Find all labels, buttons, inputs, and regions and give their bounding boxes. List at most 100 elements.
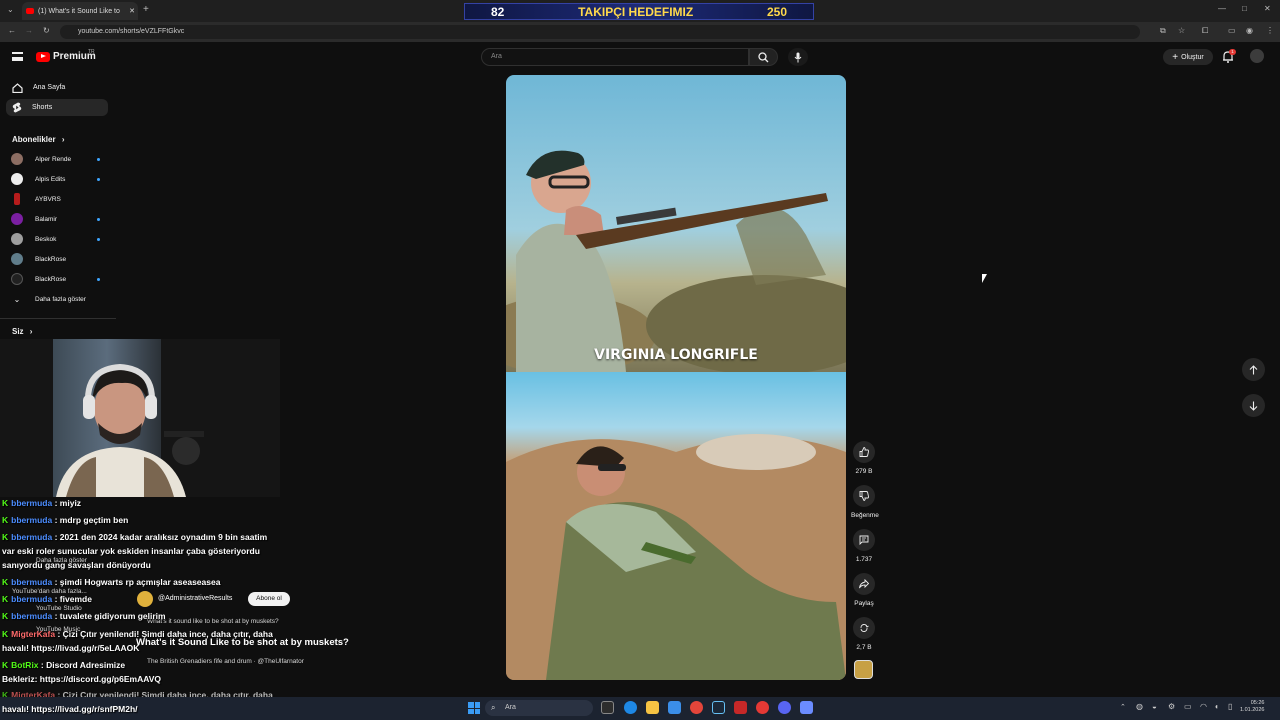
- sound-thumbnail[interactable]: [854, 660, 873, 679]
- window-close-icon[interactable]: ✕: [1264, 5, 1271, 13]
- minimize-icon[interactable]: —: [1218, 5, 1226, 13]
- chat-username: bbermuda: [11, 577, 53, 587]
- account-avatar[interactable]: [1250, 49, 1264, 63]
- sidebar-item-home[interactable]: Ana Sayfa: [6, 79, 108, 96]
- tray-monitor-icon[interactable]: ▭: [1184, 702, 1192, 711]
- chat-text: : şimdi Hogwarts rp açmışlar aseaseasea: [54, 577, 221, 587]
- like-action[interactable]: 279 B: [851, 441, 877, 475]
- taskbar-clock[interactable]: 05:26 1.01.2026: [1240, 700, 1264, 714]
- chat-text: : Çizi Çıtır yenilendi! Şimdi daha ince,…: [57, 629, 273, 639]
- maximize-icon[interactable]: □: [1242, 5, 1247, 13]
- video-frame-bottom: [506, 372, 846, 680]
- remix-button[interactable]: [853, 617, 875, 639]
- chat-text: havalı! https://livad.gg/r/5eLAAOK: [2, 643, 140, 653]
- app-icon[interactable]: [756, 701, 769, 714]
- edge-browser-icon[interactable]: [624, 701, 637, 714]
- browser-menu-icon[interactable]: ⋮: [1266, 27, 1274, 35]
- tray-network-icon[interactable]: ◒: [1152, 702, 1157, 711]
- comment-icon: [859, 535, 869, 545]
- sidebar-icon[interactable]: ▭: [1228, 27, 1236, 35]
- install-app-icon[interactable]: ⧉: [1160, 27, 1166, 35]
- remix-icon: [860, 624, 869, 632]
- previous-short-button[interactable]: [1242, 358, 1265, 381]
- chat-text: var eski roler sunucular yok eskiden ins…: [2, 546, 260, 556]
- extensions-icon[interactable]: ⧠: [1202, 27, 1208, 35]
- back-icon[interactable]: ←: [8, 27, 16, 35]
- shorts-video-player[interactable]: VIRGINIA LONGRIFLE: [506, 75, 846, 680]
- chat-message-continued: havalı! https://livad.gg/r/snfPM2h/: [2, 704, 138, 714]
- browser-tab[interactable]: (1) What's it Sound Like to ✕: [22, 2, 138, 20]
- short-music-track[interactable]: The British Grenadiers fife and drum · @…: [147, 658, 304, 665]
- subscription-item[interactable]: AYBVRS: [11, 192, 106, 206]
- remix-action[interactable]: 2,7 B: [851, 617, 877, 651]
- chat-message-continued: var eski roler sunucular yok eskiden ins…: [2, 546, 260, 556]
- forward-icon[interactable]: →: [25, 27, 33, 35]
- short-channel-avatar[interactable]: [137, 591, 153, 607]
- channel-name: BlackRose: [35, 255, 67, 263]
- tab-menu-chevron-icon[interactable]: ⌄: [7, 6, 14, 14]
- show-more-subscriptions[interactable]: ⌄ Daha fazla göster: [11, 292, 106, 306]
- chat-text: havalı! https://livad.gg/r/snfPM2h/: [2, 704, 138, 714]
- subscription-item[interactable]: Balamir: [11, 212, 106, 226]
- subscription-item[interactable]: Beskok: [11, 232, 106, 246]
- tray-battery-icon[interactable]: ▯: [1228, 702, 1232, 711]
- video-scene-man-reclining: [506, 434, 846, 680]
- dislike-action[interactable]: Beğenme: [851, 485, 879, 519]
- search-button[interactable]: [749, 48, 778, 66]
- taskbar-search[interactable]: Ara: [485, 700, 593, 716]
- share-action[interactable]: Paylaş: [851, 573, 877, 607]
- subscription-item[interactable]: BlackRose: [11, 272, 106, 286]
- youtube-premium-logo[interactable]: Premium: [36, 51, 96, 62]
- recording-app-icon[interactable]: [734, 701, 747, 714]
- sidebar-item-shorts[interactable]: Shorts: [6, 99, 108, 116]
- tray-volume-icon[interactable]: ◖: [1214, 702, 1219, 711]
- settings-app-icon[interactable]: [800, 701, 813, 714]
- short-description: What's it sound like to be shot at by mu…: [147, 618, 279, 625]
- you-title: Siz: [12, 327, 24, 336]
- chrome-icon[interactable]: [690, 701, 703, 714]
- like-button[interactable]: [853, 441, 875, 463]
- plus-icon: +: [1172, 51, 1179, 63]
- follower-goal-banner: 82 TAKIPÇI HEDEFIMIZ 250: [464, 3, 814, 20]
- logo-region: TR: [88, 49, 95, 55]
- share-label: Paylaş: [854, 600, 874, 607]
- bookmark-star-icon[interactable]: ☆: [1178, 27, 1185, 35]
- you-heading[interactable]: Siz ›: [12, 327, 32, 336]
- tray-wifi-icon[interactable]: ◠: [1200, 702, 1207, 711]
- tray-chevron-icon[interactable]: ⌃: [1120, 703, 1126, 711]
- comments-button[interactable]: [853, 529, 875, 551]
- shorts-icon: [12, 102, 22, 113]
- new-tab-icon[interactable]: +: [143, 5, 149, 15]
- search-input[interactable]: Ara: [481, 48, 749, 66]
- subscription-item[interactable]: Alpis Edits: [11, 172, 106, 186]
- subscription-item[interactable]: Alper Rende: [11, 152, 106, 166]
- tab-close-icon[interactable]: ✕: [129, 7, 135, 15]
- subscriptions-heading[interactable]: Abonelikler ›: [12, 135, 64, 144]
- guide-menu-icon[interactable]: [12, 52, 23, 61]
- task-view-icon[interactable]: [601, 701, 614, 714]
- file-explorer-icon[interactable]: [646, 701, 659, 714]
- chat-username: bbermuda: [11, 532, 53, 542]
- tray-gear-icon[interactable]: ⚙: [1168, 702, 1175, 711]
- steam-icon[interactable]: [712, 701, 725, 714]
- share-button[interactable]: [853, 573, 875, 595]
- windows-start-icon[interactable]: [468, 702, 480, 714]
- create-button[interactable]: + Oluştur: [1163, 49, 1213, 65]
- comments-action[interactable]: 1.737: [851, 529, 877, 563]
- subscription-item[interactable]: BlackRose: [11, 252, 106, 266]
- profile-icon[interactable]: ◉: [1246, 27, 1253, 35]
- reload-icon[interactable]: ↻: [43, 27, 50, 35]
- chat-text: : 2021 den 2024 kadar aralıksız oynadım …: [54, 532, 268, 542]
- dislike-button[interactable]: [853, 485, 875, 507]
- subscribe-button[interactable]: Abone ol: [248, 592, 290, 606]
- kick-badge-icon: K: [2, 498, 9, 508]
- next-short-button[interactable]: [1242, 394, 1265, 417]
- sidebar-item-label: Ana Sayfa: [33, 84, 66, 91]
- voice-search-button[interactable]: [788, 48, 808, 66]
- short-channel-name[interactable]: @AdministrativeResults: [158, 595, 232, 602]
- mail-icon[interactable]: [668, 701, 681, 714]
- url-field[interactable]: youtube.com/shorts/eVZLFFtGkvc: [60, 25, 1140, 39]
- tray-app-icon[interactable]: ◍: [1136, 702, 1143, 711]
- discord-icon[interactable]: [778, 701, 791, 714]
- chat-text: sanıyordu gang savaşları dönüyordu: [2, 560, 151, 570]
